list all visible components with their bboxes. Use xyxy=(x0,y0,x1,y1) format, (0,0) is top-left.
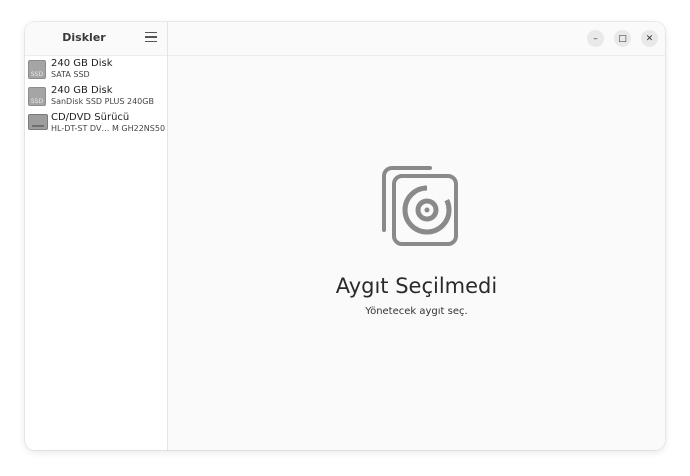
disk-subtitle: HL-DT-ST DV… M GH22NS50 xyxy=(51,124,166,133)
disks-window: Diskler SSD 240 GB Disk SATA SSD SSD 240… xyxy=(25,22,665,450)
disk-name: CD/DVD Sürücü xyxy=(51,112,130,123)
main-header: – □ ✕ xyxy=(168,22,665,56)
empty-state: Aygıt Seçilmedi Yönetecek aygıt seç. xyxy=(168,162,665,317)
minimize-button[interactable]: – xyxy=(587,30,604,47)
disk-item-cd-dvd[interactable]: CD/DVD Sürücü HL-DT-ST DV… M GH22NS50 xyxy=(25,110,167,137)
sidebar-header: Diskler xyxy=(25,22,167,56)
main-content: – □ ✕ Aygıt Seçilmedi Yönetecek aygıt se… xyxy=(168,22,665,450)
empty-state-subtitle: Yönetecek aygıt seç. xyxy=(365,306,468,317)
disk-subtitle: SATA SSD xyxy=(51,70,90,79)
empty-state-title: Aygıt Seçilmedi xyxy=(335,274,498,298)
disk-name: 240 GB Disk xyxy=(51,58,113,69)
sidebar-title: Diskler xyxy=(62,31,106,44)
disk-subtitle: SanDisk SSD PLUS 240GB xyxy=(51,97,154,106)
maximize-button[interactable]: □ xyxy=(614,30,631,47)
disk-item-sata-ssd[interactable]: SSD 240 GB Disk SATA SSD xyxy=(25,56,167,83)
close-button[interactable]: ✕ xyxy=(641,30,658,47)
disk-placeholder-icon xyxy=(381,166,458,246)
optical-drive-icon xyxy=(28,114,48,130)
ssd-drive-icon: SSD xyxy=(28,87,46,106)
sidebar: Diskler SSD 240 GB Disk SATA SSD SSD 240… xyxy=(25,22,168,450)
disk-item-sandisk-ssd[interactable]: SSD 240 GB Disk SanDisk SSD PLUS 240GB xyxy=(25,83,167,110)
ssd-drive-icon: SSD xyxy=(28,60,46,79)
hamburger-menu-icon[interactable] xyxy=(145,31,157,43)
disk-name: 240 GB Disk xyxy=(51,85,113,96)
